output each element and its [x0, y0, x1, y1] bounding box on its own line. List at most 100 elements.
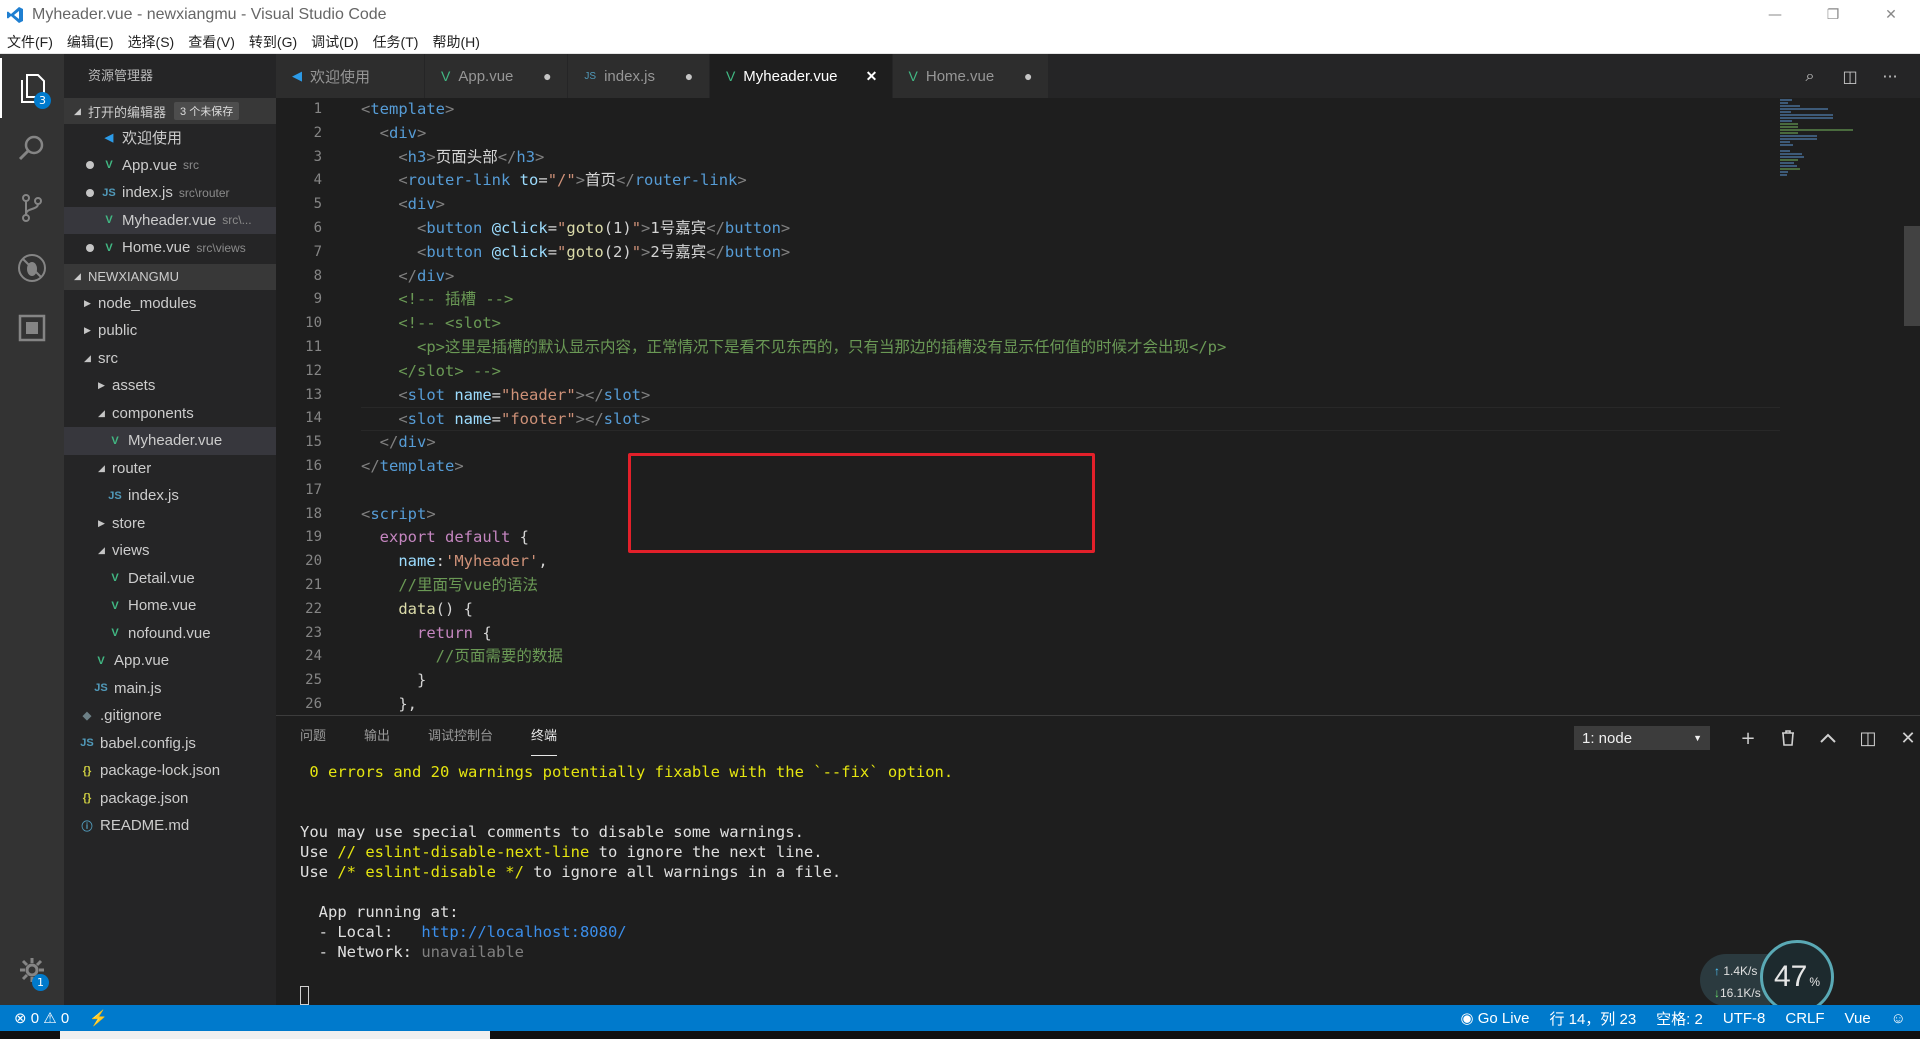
file-item[interactable]: ◆ .gitignore [64, 702, 276, 730]
minimize-button[interactable]: — [1746, 0, 1804, 30]
terminal-text[interactable]: http://localhost:8080/ [421, 923, 626, 941]
terminal-select[interactable]: 1: node ▼ [1574, 726, 1710, 750]
code-line[interactable]: </div> [361, 265, 1780, 289]
search-activity[interactable] [0, 118, 64, 178]
code-editor[interactable]: 1 2 3 4 5 6 7 8 9 10 11 12 13 14 15 16 17 18 19 20 21 22 23 24 2… [276, 98, 1920, 715]
more-actions-icon[interactable]: ··· [1870, 67, 1910, 86]
open-editor-item[interactable]: V App.vue src [64, 152, 276, 180]
restore-button[interactable]: ❐ [1804, 0, 1862, 30]
file-item[interactable]: V Detail.vue [64, 565, 276, 593]
panel-tab[interactable]: 输出 [364, 716, 390, 756]
cursor-position[interactable]: 行 14，列 23 [1549, 1008, 1636, 1029]
debug-activity[interactable] [0, 238, 64, 298]
code-line[interactable]: <button @click="goto(2)">2号嘉宾</button> [361, 241, 1780, 265]
file-item[interactable]: V Home.vue [64, 592, 276, 620]
code-line[interactable]: <!-- 插槽 --> [361, 288, 1780, 312]
code-line[interactable]: <!-- <slot> [361, 312, 1780, 336]
folder-item[interactable]: ▶ public [64, 317, 276, 345]
open-editors-section[interactable]: ◢ 打开的编辑器 3 个未保存 [64, 98, 276, 124]
maximize-panel-button[interactable] [1808, 726, 1848, 750]
code-line[interactable]: data() { [361, 598, 1780, 622]
editor-tab[interactable]: V Home.vue ● [892, 54, 1050, 98]
code-line[interactable]: //里面写vue的语法 [361, 574, 1780, 598]
editor-scrollbar[interactable] [1904, 98, 1920, 715]
unsaved-dot-icon[interactable] [86, 161, 94, 170]
feedback-smiley-icon[interactable]: ☺ [1891, 1010, 1906, 1027]
menu-tasks[interactable]: 任务(T) [366, 32, 426, 52]
code-line[interactable]: name:'Myheader', [361, 550, 1780, 574]
code-line[interactable]: </slot> --> [361, 360, 1780, 384]
indentation[interactable]: 空格: 2 [1656, 1008, 1703, 1029]
encoding[interactable]: UTF-8 [1723, 1010, 1766, 1027]
file-item[interactable]: JS index.js [64, 482, 276, 510]
code-line[interactable]: <template> [361, 98, 1780, 122]
code-line[interactable]: }, [361, 693, 1780, 715]
editor-tab[interactable]: JS index.js ● [568, 54, 710, 98]
kill-terminal-button[interactable] [1768, 726, 1808, 750]
unsaved-dot-icon[interactable] [86, 188, 94, 197]
settings-activity[interactable]: 1 [0, 940, 64, 1000]
editor-tab[interactable]: V Myheader.vue ✕ [709, 54, 893, 98]
code-line[interactable]: <div> [361, 122, 1780, 146]
menu-go[interactable]: 转到(G) [242, 32, 304, 52]
folder-item[interactable]: ▶ node_modules [64, 290, 276, 318]
file-item[interactable]: JS main.js [64, 675, 276, 703]
file-item[interactable]: JS babel.config.js [64, 730, 276, 758]
new-terminal-button[interactable]: + [1728, 726, 1768, 750]
project-section[interactable]: ◢ NEWXIANGMU [64, 263, 276, 290]
code-line[interactable]: <router-link to="/">首页</router-link> [361, 169, 1780, 193]
file-item[interactable]: {} package-lock.json [64, 757, 276, 785]
menu-help[interactable]: 帮助(H) [425, 32, 486, 52]
open-editor-item[interactable]: JS index.js src\router [64, 179, 276, 207]
go-live-button[interactable]: ◉ Go Live [1460, 1009, 1529, 1027]
menu-file[interactable]: 文件(F) [0, 32, 60, 52]
code-line[interactable]: return { [361, 622, 1780, 646]
open-preview-icon[interactable]: ⌕ [1790, 66, 1830, 86]
code-line[interactable]: <p>这里是插槽的默认显示内容，正常情况下是看不见东西的，只有当那边的插槽没有显… [361, 336, 1780, 360]
toggle-panel-position-button[interactable]: ◫ [1848, 726, 1888, 750]
folder-item[interactable]: ◢ router [64, 455, 276, 483]
menu-debug[interactable]: 调试(D) [304, 32, 365, 52]
unsaved-dot-icon[interactable]: ● [1022, 68, 1034, 84]
code-line[interactable]: <h3>页面头部</h3> [361, 146, 1780, 170]
folder-item[interactable]: ◢ src [64, 345, 276, 373]
code-line[interactable]: <slot name="footer"></slot> [361, 407, 1780, 432]
file-item[interactable]: {} package.json [64, 785, 276, 813]
folder-item[interactable]: ◢ components [64, 400, 276, 428]
editor-tab[interactable]: V App.vue ● [425, 54, 569, 98]
close-panel-button[interactable]: ✕ [1888, 726, 1920, 750]
folder-item[interactable]: ◢ views [64, 537, 276, 565]
code-line[interactable]: //页面需要的数据 [361, 645, 1780, 669]
explorer-activity[interactable]: 3 [0, 58, 64, 118]
minimap[interactable] [1780, 98, 1904, 715]
file-item[interactable]: V App.vue [64, 647, 276, 675]
file-item[interactable]: ⓘ README.md [64, 812, 276, 840]
folder-item[interactable]: ▶ store [64, 510, 276, 538]
source-control-activity[interactable] [0, 178, 64, 238]
unsaved-dot-icon[interactable]: ● [541, 68, 553, 84]
code-line[interactable]: <slot name="header"></slot> [361, 384, 1780, 408]
code-line[interactable]: <div> [361, 193, 1780, 217]
end-of-line[interactable]: CRLF [1785, 1010, 1824, 1027]
panel-tab[interactable]: 调试控制台 [428, 716, 493, 756]
code-line[interactable]: <button @click="goto(1)">1号嘉宾</button> [361, 217, 1780, 241]
split-editor-icon[interactable]: ◫ [1830, 67, 1870, 86]
open-editor-item[interactable]: V Home.vue src\views [64, 234, 276, 262]
file-item[interactable]: Vnofound.vue [64, 620, 276, 648]
problems-indicator[interactable]: ⊗ 0 ⚠ 0 [14, 1009, 69, 1027]
menu-selection[interactable]: 选择(S) [121, 32, 182, 52]
file-item[interactable]: V Myheader.vue [64, 427, 276, 455]
lightning-icon[interactable]: ⚡ [89, 1009, 108, 1027]
language-mode[interactable]: Vue [1845, 1010, 1871, 1027]
code-line[interactable]: </div> [361, 431, 1780, 455]
panel-tab[interactable]: 终端 [531, 716, 558, 756]
unsaved-dot-icon[interactable] [86, 243, 94, 252]
code-line[interactable]: } [361, 669, 1780, 693]
open-editor-item[interactable]: V Myheader.vue src\... [64, 206, 276, 234]
code-area[interactable]: <template> <div> <h3>页面头部</h3> <router-l… [361, 98, 1780, 715]
close-tab-icon[interactable]: ✕ [866, 68, 878, 85]
menu-edit[interactable]: 编辑(E) [60, 32, 121, 52]
editor-scroll-thumb[interactable] [1904, 226, 1920, 326]
open-editor-item[interactable]: ◀ 欢迎使用 [64, 124, 276, 152]
terminal-output[interactable]: 0 errors and 20 warnings potentially fix… [300, 762, 953, 1009]
